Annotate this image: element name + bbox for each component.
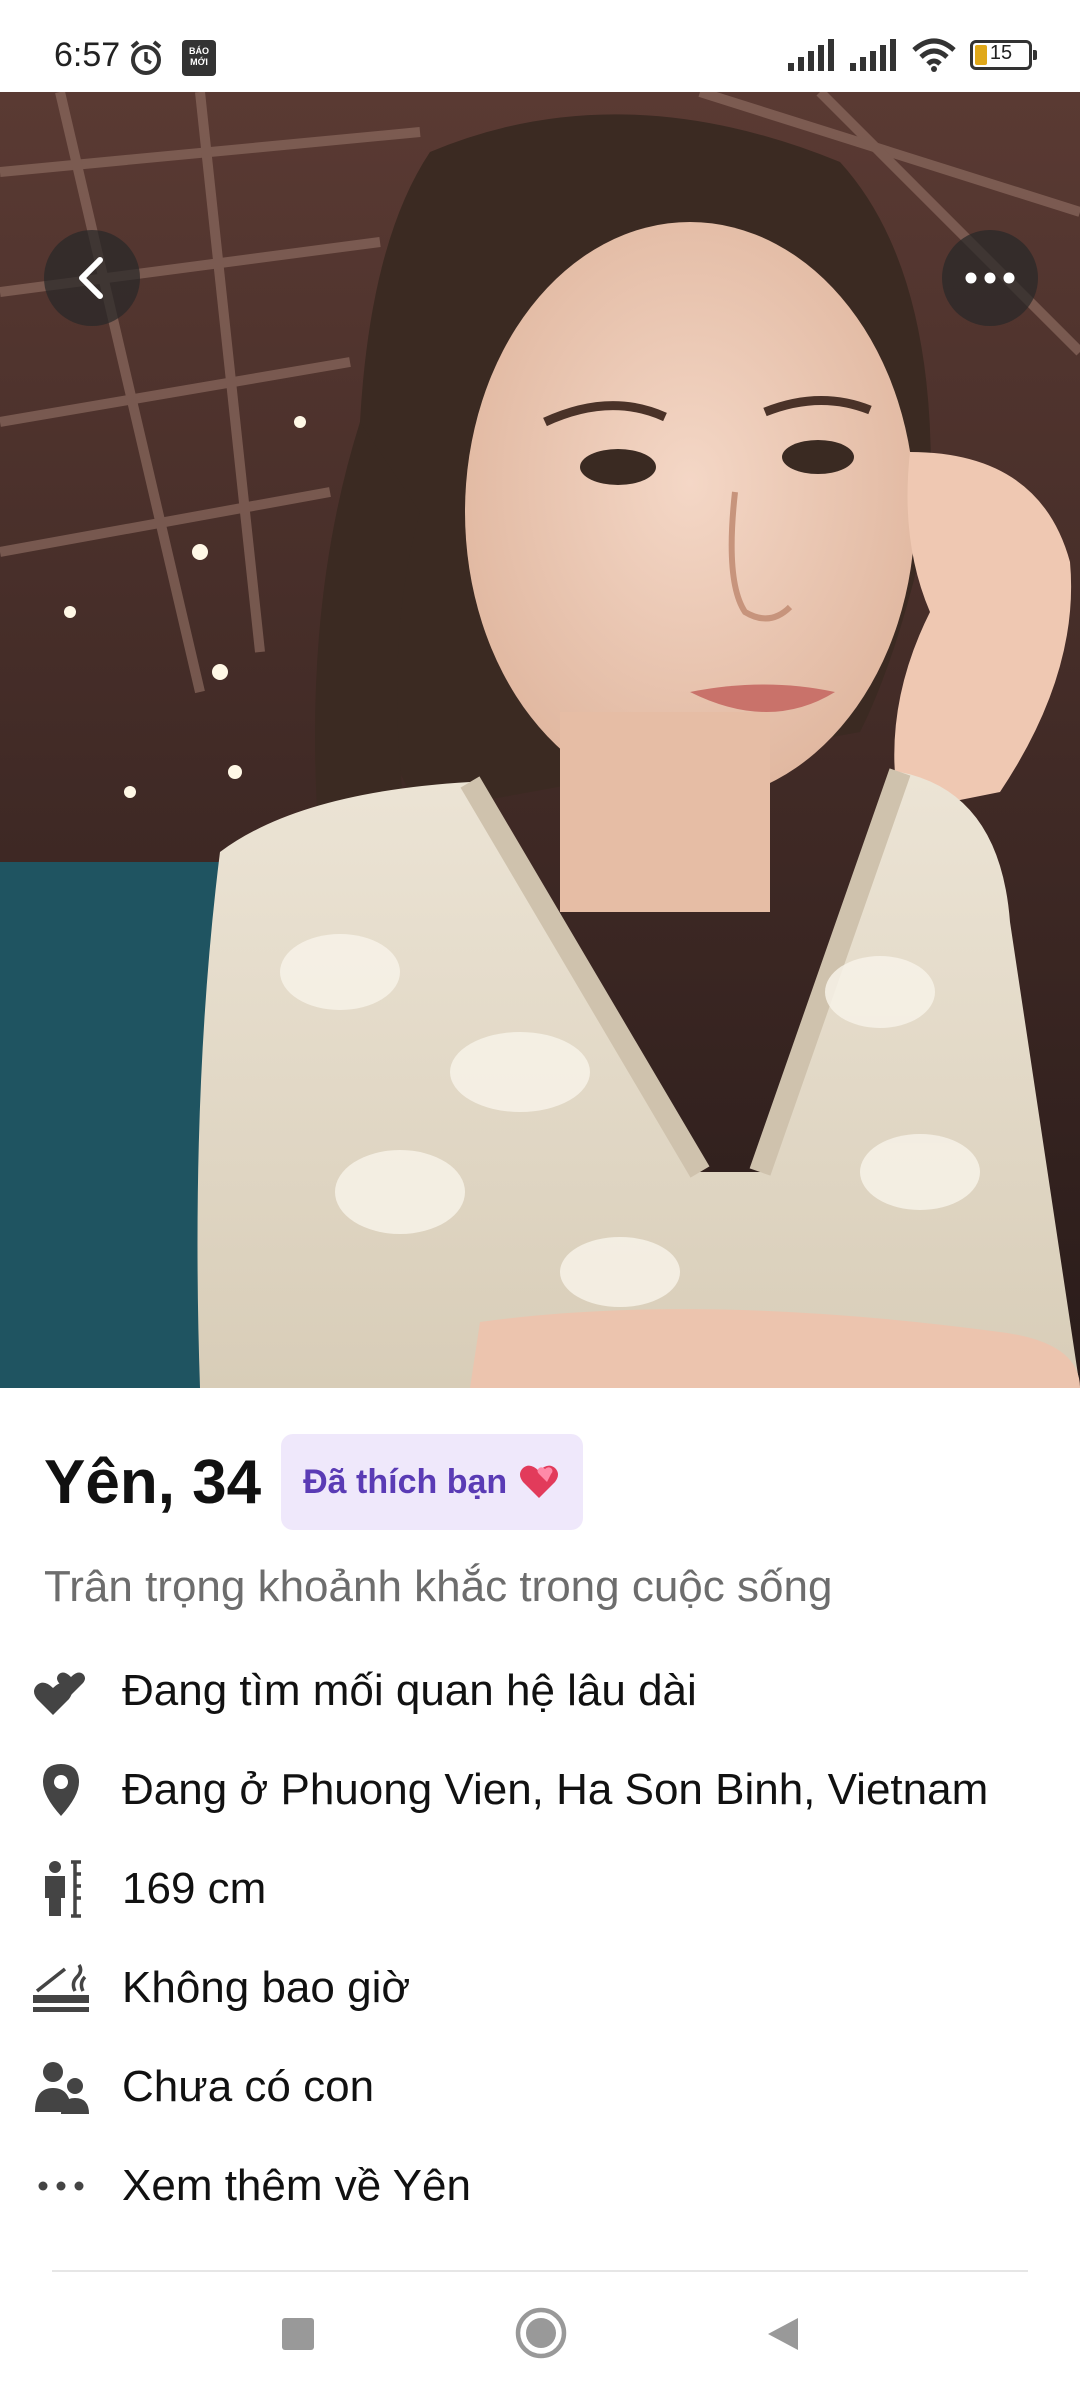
home-icon: [515, 2307, 567, 2359]
back-button[interactable]: [44, 230, 140, 326]
profile-photo[interactable]: [0, 92, 1080, 1388]
height-icon: [30, 1858, 92, 1920]
detail-location: Đang ở Phuong Vien, Ha Son Binh, Vietnam: [30, 1755, 988, 1825]
battery-level: 15: [989, 42, 1013, 64]
status-time: 6:57: [54, 36, 121, 74]
smoking-icon: [30, 1957, 92, 2019]
chevron-left-icon: [79, 257, 103, 299]
alarm-icon: [126, 38, 166, 83]
detail-text: 169 cm: [122, 1864, 267, 1913]
location-pin-icon: [30, 1759, 92, 1821]
detail-text: Đang tìm mối quan hệ lâu dài: [122, 1666, 697, 1715]
detail-text: Chưa có con: [122, 2062, 375, 2111]
liked-you-badge: Đã thích bạn: [281, 1434, 584, 1530]
detail-text: Không bao giờ: [122, 1963, 411, 2012]
recents-button[interactable]: [278, 2314, 318, 2359]
home-button[interactable]: [514, 2306, 568, 2365]
more-options-button[interactable]: [942, 230, 1038, 326]
see-more-label: Xem thêm về Yên: [122, 2161, 471, 2210]
status-bar: 6:57 BÁO MỚI 15: [0, 0, 1080, 92]
profile-bio: Trân trọng khoảnh khắc trong cuộc sống: [44, 1562, 833, 1611]
system-back-button[interactable]: [762, 2314, 802, 2359]
system-nav-bar: [0, 2272, 1080, 2400]
see-more-about-button[interactable]: Xem thêm về Yên: [30, 2151, 471, 2221]
children-icon: [30, 2056, 92, 2118]
profile-name-age: Yên, 34: [44, 1447, 262, 1517]
more-dots-icon: [30, 2155, 92, 2217]
signal-icon: [850, 39, 896, 71]
hearts-icon: [520, 1465, 559, 1498]
profile-header: Yên, 34 Đã thích bạn: [44, 1434, 584, 1530]
status-icons: 15: [788, 38, 1037, 72]
liked-badge-label: Đã thích bạn: [303, 1462, 508, 1501]
recents-icon: [282, 2318, 314, 2350]
detail-text: Đang ở Phuong Vien, Ha Son Binh, Vietnam: [122, 1765, 989, 1814]
hearts-icon: [30, 1660, 92, 1722]
more-dots-icon: [965, 272, 1015, 284]
news-app-icon: BÁO MỚI: [182, 40, 216, 76]
detail-children: Chưa có con: [30, 2052, 374, 2122]
detail-relationship-goal: Đang tìm mối quan hệ lâu dài: [30, 1656, 697, 1726]
wifi-icon: [912, 38, 956, 72]
battery-icon: 15: [970, 40, 1037, 70]
detail-smoking: Không bao giờ: [30, 1953, 410, 2023]
signal-icon: [788, 39, 834, 71]
back-icon: [768, 2318, 798, 2350]
detail-height: 169 cm: [30, 1854, 266, 1924]
